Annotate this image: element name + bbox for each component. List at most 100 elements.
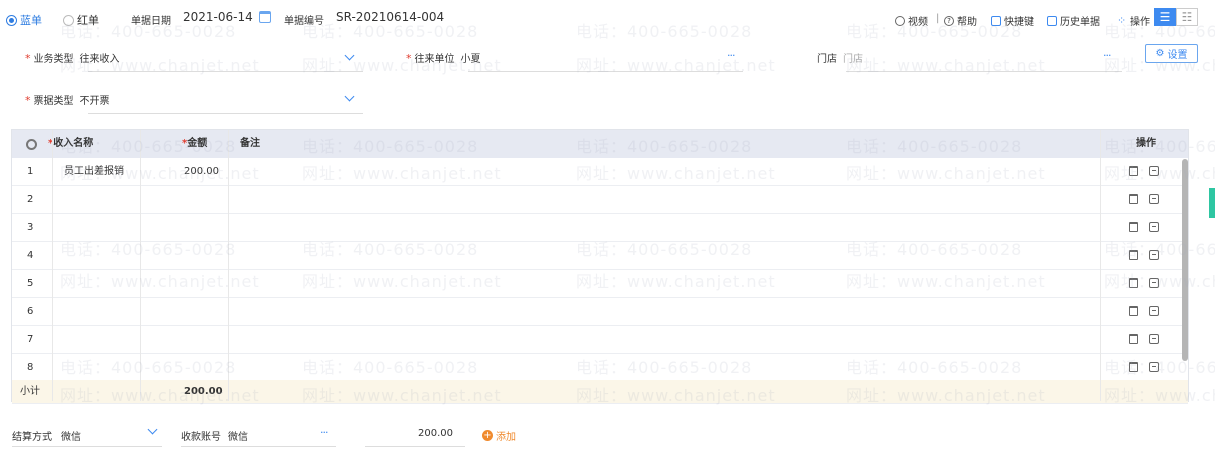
table-row[interactable]: 3: [12, 214, 1188, 242]
settings-label: 设置: [1167, 50, 1188, 61]
field-underline: [88, 71, 363, 72]
copy-icon[interactable]: [1149, 306, 1159, 316]
row-number: 7: [27, 334, 34, 345]
settle-value[interactable]: 微信: [61, 428, 81, 443]
table-header: *收入名称 *金额 备注 操作: [12, 130, 1188, 158]
copy-icon[interactable]: [1149, 250, 1159, 260]
date-value[interactable]: 2021-06-14: [183, 10, 253, 24]
trash-icon[interactable]: [1129, 222, 1138, 232]
trash-icon[interactable]: [1129, 362, 1138, 372]
partner-label: 往来单位: [414, 54, 455, 65]
field-underline: [846, 71, 1122, 72]
trash-icon[interactable]: [1129, 334, 1138, 344]
video-label: 视频: [908, 17, 928, 28]
table-row[interactable]: 2: [12, 186, 1188, 214]
row-actions: [1129, 222, 1159, 232]
history-link[interactable]: 历史单据: [1047, 13, 1100, 28]
trash-icon[interactable]: [1129, 166, 1138, 176]
subtotal-amount: 200.00: [184, 386, 223, 397]
radio-red-invoice[interactable]: 红单: [63, 12, 99, 28]
operation-link[interactable]: ⁘ 操作: [1117, 13, 1150, 29]
table-row[interactable]: 8: [12, 354, 1188, 382]
required-mark: *: [406, 52, 412, 65]
row-number: 1: [27, 166, 34, 177]
radio-blue-invoice[interactable]: 蓝单: [6, 12, 42, 28]
table-row[interactable]: 6: [12, 298, 1188, 326]
calendar-icon[interactable]: [259, 11, 271, 23]
row-number: 4: [27, 250, 34, 261]
chevron-down-icon[interactable]: [344, 91, 355, 102]
cell-amount[interactable]: 200.00: [184, 158, 219, 186]
trash-icon[interactable]: [1129, 278, 1138, 288]
column-divider: [52, 130, 53, 401]
business-type-label: 业务类型: [33, 54, 74, 65]
column-divider: [140, 130, 141, 401]
card-view-button[interactable]: ☷: [1176, 8, 1198, 26]
header-name: *收入名称: [48, 138, 94, 149]
table-row[interactable]: 7: [12, 326, 1188, 354]
field-underline: [468, 71, 743, 72]
trash-icon[interactable]: [1129, 250, 1138, 260]
trash-icon[interactable]: [1129, 306, 1138, 316]
more-icon[interactable]: ···: [320, 426, 328, 439]
partner-value[interactable]: 小夏: [461, 54, 481, 65]
store-input[interactable]: 门店: [843, 54, 863, 65]
row-actions: [1129, 250, 1159, 260]
partner-field: * 往来单位 小夏: [406, 50, 481, 72]
required-mark: *: [25, 52, 31, 65]
row-number: 8: [27, 362, 34, 373]
copy-icon[interactable]: [1149, 166, 1159, 176]
top-bar: 蓝单 红单 单据日期 2021-06-14 单据编号 SR-20210614-0…: [0, 0, 1215, 36]
video-link[interactable]: 视频: [895, 13, 928, 28]
column-divider: [1100, 130, 1101, 401]
settle-amount[interactable]: 200.00: [418, 428, 453, 439]
copy-icon[interactable]: [1149, 362, 1159, 372]
business-type-value[interactable]: 往来收入: [80, 54, 120, 65]
header-amount: *金额: [182, 138, 208, 149]
income-table: *收入名称 *金额 备注 操作 1 员工出差报销 200.00 2 3 4 5 6 7 8 小计 20…: [11, 129, 1189, 404]
more-icon[interactable]: ···: [727, 49, 735, 62]
field-underline: [88, 113, 363, 114]
chevron-down-icon[interactable]: [147, 424, 158, 435]
table-row[interactable]: 4: [12, 242, 1188, 270]
invoice-type-field: * 票据类型 不开票: [25, 92, 110, 114]
row-actions: [1129, 166, 1159, 176]
column-divider: [228, 130, 229, 401]
row-number: 5: [27, 278, 34, 289]
trash-icon[interactable]: [1129, 194, 1138, 204]
gear-icon: ⚙: [1155, 48, 1165, 59]
settings-button[interactable]: ⚙ 设置: [1145, 44, 1198, 63]
radio-red-label: 红单: [77, 14, 99, 27]
date-label: 单据日期: [131, 16, 171, 27]
copy-icon[interactable]: [1149, 222, 1159, 232]
chevron-down-icon[interactable]: [344, 50, 355, 61]
invoice-type-value[interactable]: 不开票: [80, 96, 110, 107]
field-underline: [365, 446, 465, 447]
table-row[interactable]: 1 员工出差报销 200.00: [12, 158, 1188, 186]
subtotal-label: 小计: [20, 386, 40, 397]
cell-name[interactable]: 员工出差报销: [64, 158, 124, 186]
account-value[interactable]: 微信: [228, 428, 248, 443]
add-settlement-button[interactable]: + 添加: [482, 428, 516, 443]
shortcut-link[interactable]: 快捷键: [991, 13, 1034, 28]
row-actions: [1129, 194, 1159, 204]
header-remark: 备注: [240, 138, 260, 149]
side-tab[interactable]: [1209, 188, 1215, 218]
help-link[interactable]: ? 帮助: [944, 13, 977, 28]
store-label: 门店: [817, 54, 837, 65]
copy-icon[interactable]: [1149, 278, 1159, 288]
copy-icon[interactable]: [1149, 194, 1159, 204]
history-icon: [1047, 15, 1057, 26]
row-actions: [1129, 334, 1159, 344]
copy-icon[interactable]: [1149, 334, 1159, 344]
radio-checked-icon: [6, 14, 17, 26]
store-field: 门店 门店: [817, 50, 863, 72]
invoice-type-label: 票据类型: [33, 96, 74, 107]
list-view-button[interactable]: ☰: [1154, 8, 1176, 26]
table-row[interactable]: 5: [12, 270, 1188, 298]
vertical-scrollbar[interactable]: [1182, 159, 1188, 361]
header-ops: 操作: [1136, 138, 1156, 149]
more-icon[interactable]: ···: [1103, 49, 1111, 62]
history-label: 历史单据: [1060, 17, 1100, 28]
column-settings-icon[interactable]: [26, 139, 37, 150]
